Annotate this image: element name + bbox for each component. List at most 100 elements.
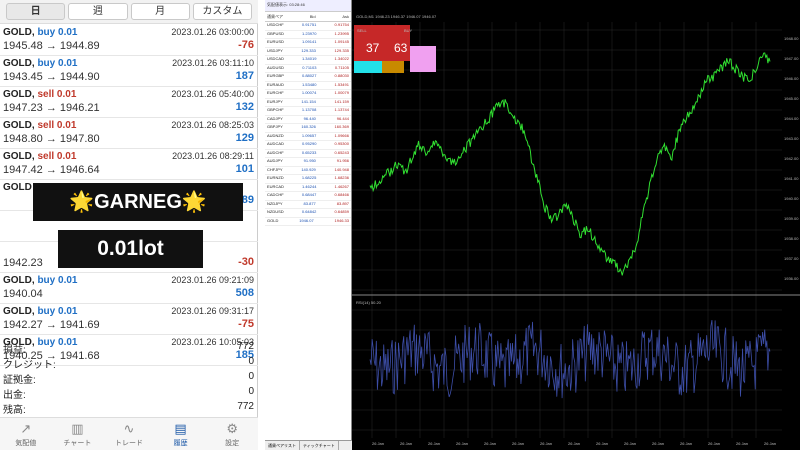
price-series (369, 52, 771, 276)
nav-history[interactable]: ▤ 履歴 (155, 418, 207, 450)
trade-time: 2023.01.26 03:00:00 (171, 27, 254, 37)
history-icon: ▤ (174, 421, 187, 436)
market-watch-row[interactable]: USDCAD 1.34019 1.34022 (265, 56, 351, 65)
trade-time: 2023.01.26 05:40:00 (171, 89, 254, 99)
market-watch-row[interactable]: CHFJPY 140.929 140.948 (265, 166, 351, 175)
market-watch-row[interactable]: NZDUSD 0.64842 0.64859 (265, 209, 351, 218)
market-watch-header: 通貨ペア Bid Ask (265, 12, 351, 22)
summary-value: 772 (237, 401, 254, 412)
watch-bid: 1.34019 (301, 56, 317, 61)
market-watch-row[interactable]: EURCAD 1.46244 1.46267 (265, 183, 351, 192)
market-watch-row[interactable]: GBPJPY 160.326 160.369 (265, 124, 351, 133)
tab-week[interactable]: 週 (68, 3, 128, 20)
trade-row[interactable]: GOLD, sell 0.01 2023.01.26 05:40:00 1947.2… (0, 87, 258, 118)
trade-row[interactable]: GOLD, buy 0.01 2023.01.26 09:31:17 1942.27… (0, 304, 258, 335)
price-chart[interactable]: GOLD,M1 1946.23 1946.37 1946.07 1946.07 S… (352, 0, 800, 450)
market-watch-row[interactable]: EURCHF 1.00074 1.00079 (265, 90, 351, 99)
nav-quotes[interactable]: ↗ 気配値 (0, 418, 52, 450)
tab-month[interactable]: 月 (130, 3, 190, 20)
trade-side: sell (37, 89, 55, 100)
trade-row[interactable]: GOLD, sell 0.01 2023.01.26 08:29:11 1947.4… (0, 149, 258, 180)
watch-symbol: AUDUSD (267, 64, 284, 70)
nav-settings[interactable]: ⚙ 設定 (206, 418, 258, 450)
trade-row[interactable]: GOLD, sell 0.01 2023.01.26 08:25:03 1948.8… (0, 118, 258, 149)
trade-row[interactable]: GOLD, buy 0.01 2023.01.26 03:00:00 1945.48… (0, 25, 258, 56)
market-watch-row[interactable]: GBPUSD 1.23970 1.23995 (265, 31, 351, 39)
time-tick: 26 Jan (624, 441, 636, 446)
trade-time: 2023.01.26 09:31:17 (171, 306, 254, 316)
watch-ask: 160.369 (334, 124, 349, 129)
watch-bid: 1.46244 (301, 183, 317, 189)
time-tick: 26 Jan (736, 441, 748, 446)
market-watch-row[interactable]: AUDUSD 0.71103 0.71105 (265, 64, 351, 73)
market-watch-row[interactable]: USDJPY 129.333 129.335 (265, 47, 351, 56)
period-tabs: 日 週 月 カスタム (0, 0, 258, 24)
time-tick: 26 Jan (680, 441, 692, 446)
time-tick: 26 Jan (568, 441, 580, 446)
trade-symbol: GOLD, buy 0.01 (3, 58, 78, 69)
tab-tick-chart[interactable]: ティックチャート (300, 441, 339, 450)
trade-icon: ∿ (123, 421, 135, 436)
time-tick: 26 Jan (484, 441, 496, 446)
watch-bid: 91.950 (303, 158, 316, 163)
trade-open-price: 1947.42 (3, 164, 43, 176)
watch-bid: 1.68225 (301, 175, 317, 180)
watch-ask: 129.335 (334, 47, 349, 53)
price-tick: 1948.00 (784, 36, 799, 41)
market-watch-row[interactable]: EURNZD 1.68225 1.68236 (265, 175, 351, 184)
market-watch-row[interactable]: AUDCAD 0.95290 0.95300 (265, 141, 351, 150)
market-watch-row[interactable]: EURJPY 141.154 141.159 (265, 99, 351, 107)
time-tick: 26 Jan (428, 441, 440, 446)
watch-symbol: GBPCHF (267, 107, 284, 112)
summary-value: 0 (248, 356, 254, 367)
market-watch-row[interactable]: AUDCHF 0.65233 0.65243 (265, 149, 351, 158)
market-watch-row[interactable]: EURAUD 1.53480 1.53491 (265, 81, 351, 90)
watch-symbol: NZDJPY (267, 200, 283, 206)
trade-row[interactable]: GOLD, buy 0.01 2023.01.26 09:21:09 1940.04… (0, 273, 258, 304)
market-watch-row[interactable]: CADJPY 96.440 96.444 (265, 116, 351, 124)
watch-ask: 1946.33 (334, 217, 349, 223)
trade-prices: 1947.42 → 1946.64 (3, 164, 100, 176)
nav-trade[interactable]: ∿ トレード (103, 418, 155, 450)
market-watch-row[interactable]: EURGBP 0.88027 0.88030 (265, 73, 351, 82)
watch-bid: 0.88027 (301, 73, 317, 78)
buy-price-big: 63 (394, 41, 408, 55)
tab-symbols[interactable]: 通貨ペアリスト (265, 441, 300, 450)
market-watch-row[interactable]: GBPCHF 1.13708 1.13744 (265, 107, 351, 116)
market-watch-row[interactable]: CADCHF 0.68447 0.68466 (265, 192, 351, 201)
price-tick: 1946.00 (784, 76, 799, 81)
trade-time: 2023.01.26 09:21:09 (171, 275, 254, 285)
watch-bid: 1946.07 (299, 217, 314, 223)
col-symbol: 通貨ペア (267, 14, 283, 19)
watch-bid: 83.877 (303, 200, 316, 206)
summary-value: 0 (248, 371, 254, 382)
watch-ask: 1.68236 (334, 175, 349, 180)
watch-bid: 0.65233 (301, 149, 317, 155)
watch-ask: 1.46267 (334, 183, 349, 189)
watch-ask: 1.53491 (334, 81, 349, 87)
watch-symbol: GOLD (267, 217, 279, 223)
trade-row[interactable]: GOLD, buy 0.01 2023.01.26 03:11:10 1943.45… (0, 56, 258, 87)
market-watch-row[interactable]: USDCHF 0.91751 0.91754 (265, 22, 351, 31)
market-watch-row[interactable]: NZDJPY 83.877 83.897 (265, 200, 351, 209)
market-watch-row[interactable]: AUDJPY 91.950 91.956 (265, 158, 351, 167)
market-watch-row[interactable]: EURUSD 1.09141 1.09145 (265, 39, 351, 48)
trade-symbol-name: GOLD (3, 27, 32, 38)
watch-ask: 140.948 (334, 166, 349, 172)
watch-bid: 0.68447 (301, 192, 317, 197)
market-watch-row[interactable]: AUDNZD 1.09657 1.09666 (265, 133, 351, 141)
trade-symbol-name: GOLD (3, 275, 32, 286)
trade-profit: -76 (238, 39, 254, 51)
price-tick: 1941.00 (784, 176, 799, 181)
time-tick: 26 Jan (372, 441, 384, 446)
tab-custom[interactable]: カスタム (192, 3, 252, 20)
price-tick: 1945.00 (784, 96, 799, 101)
market-watch-row[interactable]: GOLD 1946.07 1946.33 (265, 217, 351, 226)
watch-symbol: NZDUSD (267, 209, 284, 214)
watch-symbol: EURCAD (267, 183, 284, 189)
watch-symbol: AUDCAD (267, 141, 284, 146)
watch-ask: 1.34022 (334, 56, 349, 61)
watch-symbol: CHFJPY (267, 166, 283, 172)
tab-day[interactable]: 日 (6, 3, 66, 20)
nav-chart[interactable]: ▥ チャート (52, 418, 104, 450)
